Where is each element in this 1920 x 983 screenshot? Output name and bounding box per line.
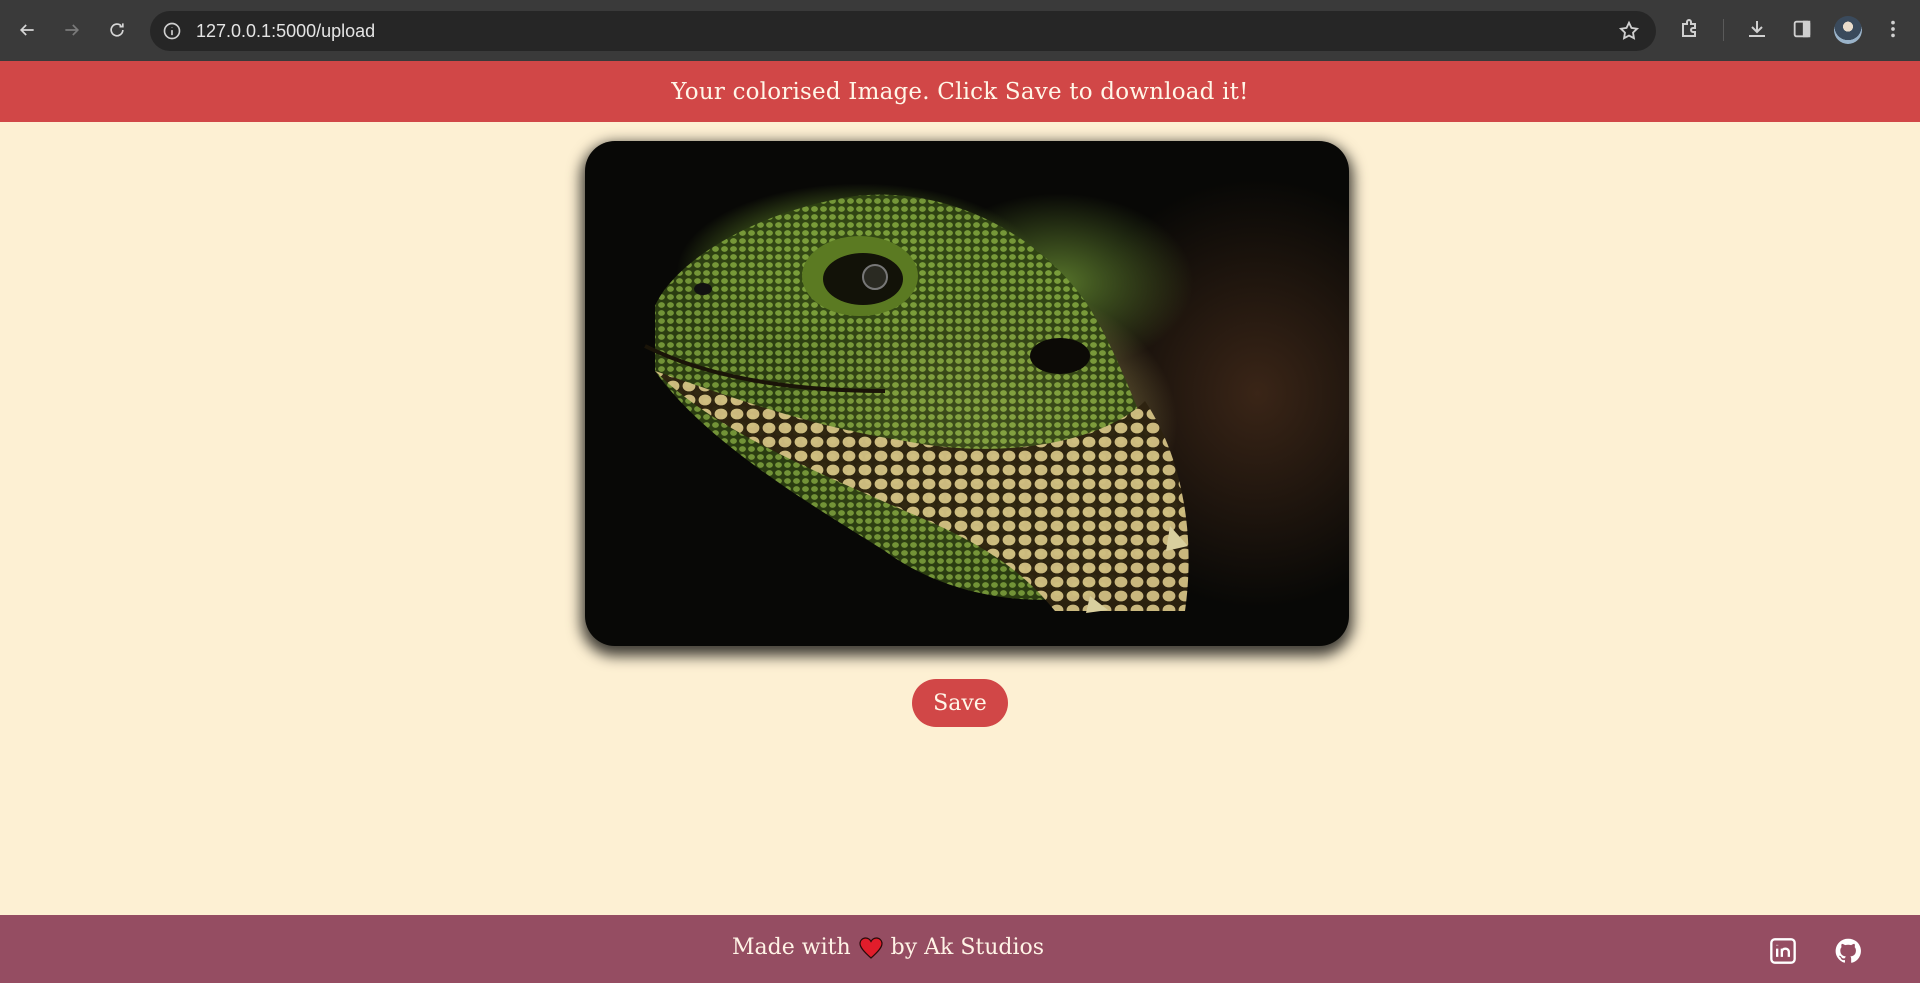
result-banner: Your colorised Image. Click Save to down… [0, 61, 1920, 122]
toolbar-divider [1723, 19, 1724, 41]
side-panel-icon[interactable] [1789, 16, 1815, 42]
forward-arrow-icon[interactable] [54, 12, 90, 48]
save-button[interactable]: Save [912, 679, 1008, 727]
url-text[interactable]: 127.0.0.1:5000/upload [196, 21, 375, 42]
heart-icon [859, 936, 883, 959]
footer: Made with by Ak Studios [0, 915, 1920, 983]
reload-icon[interactable] [99, 12, 135, 48]
download-icon[interactable] [1744, 16, 1770, 42]
banner-text: Your colorised Image. Click Save to down… [671, 78, 1249, 105]
extensions-icon[interactable] [1677, 16, 1703, 42]
footer-credit: Made with by Ak Studios [732, 935, 1044, 960]
github-icon[interactable] [1834, 937, 1862, 965]
info-icon[interactable] [162, 21, 182, 41]
back-arrow-icon[interactable] [9, 12, 45, 48]
lizard-illustration [644, 194, 1189, 613]
colorised-lizard-image [585, 141, 1349, 646]
footer-text-before: Made with [732, 935, 851, 960]
more-menu-icon[interactable] [1880, 16, 1906, 42]
address-bar[interactable]: 127.0.0.1:5000/upload [150, 11, 1656, 51]
browser-toolbar: 127.0.0.1:5000/upload [0, 0, 1920, 62]
profile-avatar[interactable] [1834, 16, 1862, 44]
footer-text-after: by Ak Studios [890, 935, 1045, 960]
linkedin-icon[interactable] [1769, 937, 1797, 965]
star-icon[interactable] [1618, 20, 1640, 42]
